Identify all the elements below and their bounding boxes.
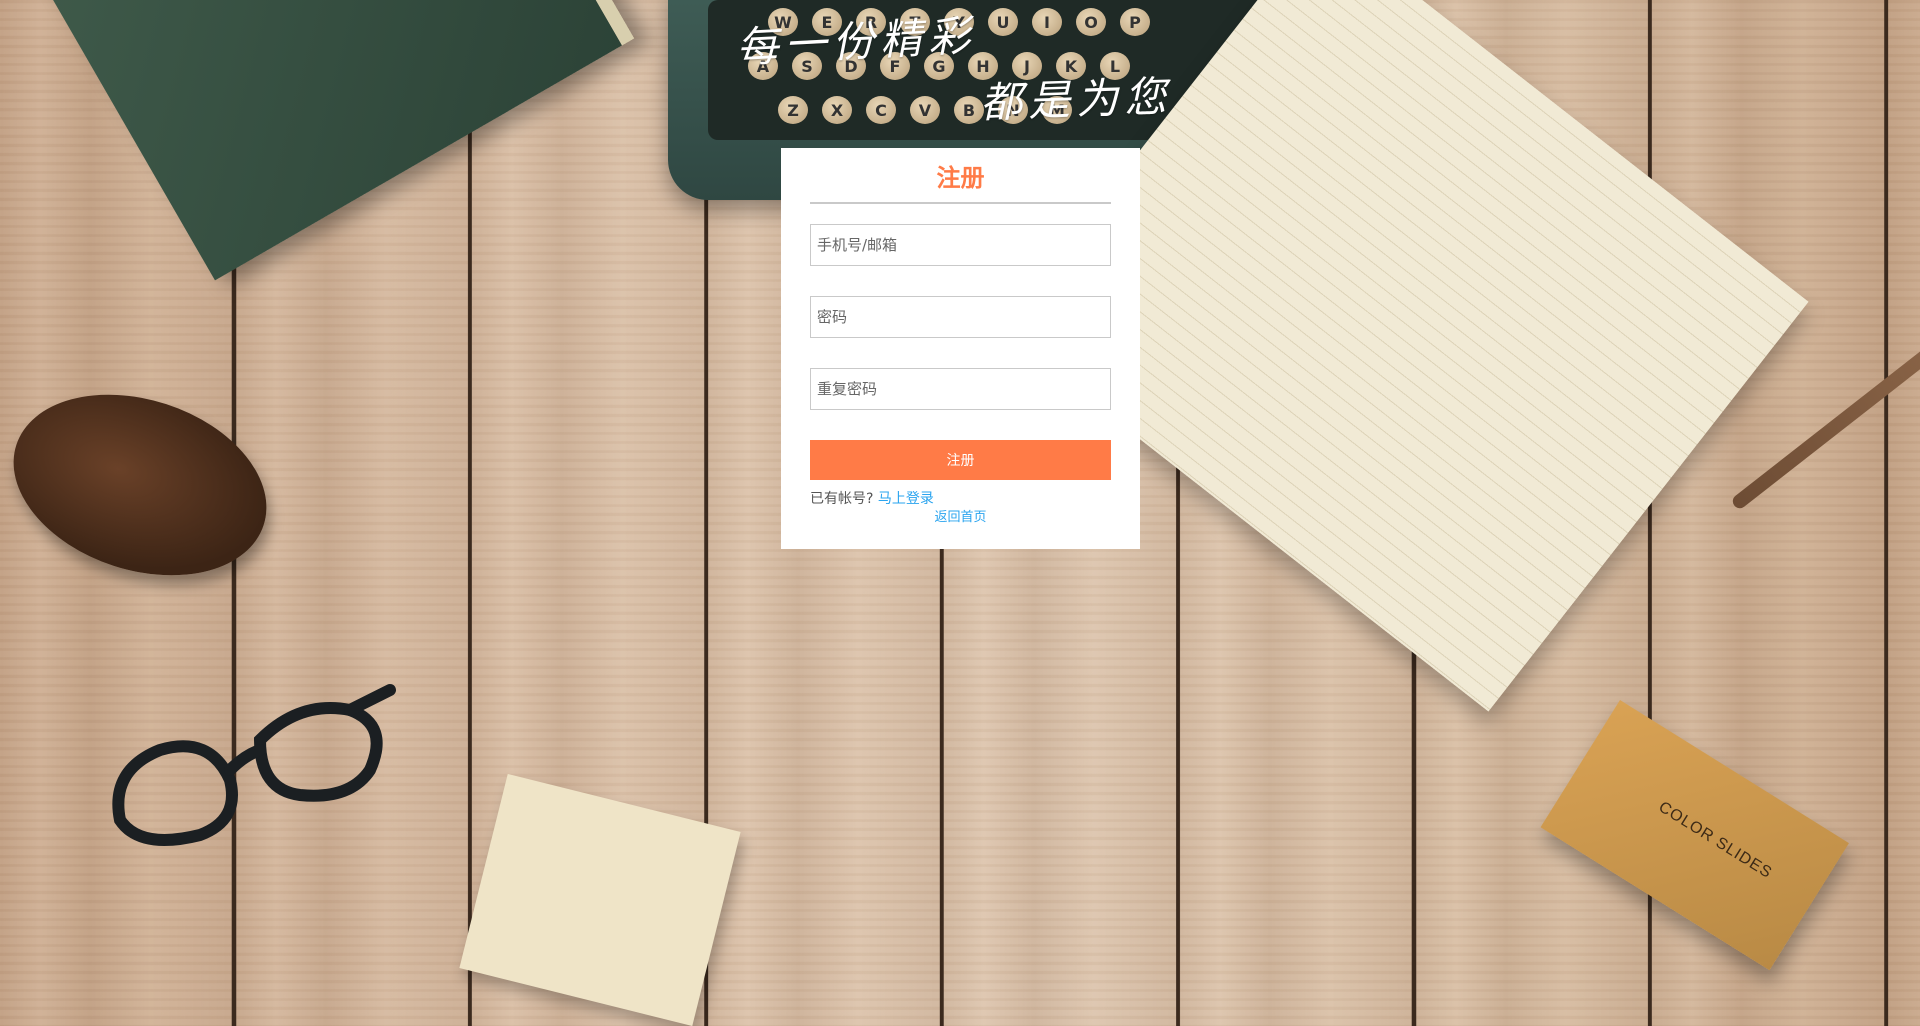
typewriter-key: O xyxy=(1076,8,1106,36)
typewriter-key: Z xyxy=(778,96,808,124)
password-input[interactable] xyxy=(810,296,1111,338)
pinecone-decoration xyxy=(0,363,290,607)
repeat-password-input[interactable] xyxy=(810,368,1111,410)
eyeglasses-decoration xyxy=(112,684,396,846)
slides-box-label: COLOR SLIDES xyxy=(1655,798,1776,883)
home-link-row: 返回首页 xyxy=(810,510,1111,526)
account-input[interactable] xyxy=(810,224,1111,266)
book-decoration xyxy=(30,0,635,281)
typewriter-key: V xyxy=(910,96,940,124)
typewriter-key: I xyxy=(1032,8,1062,36)
slogan-line-1: 每一份精彩 xyxy=(735,10,978,73)
typewriter-key: P xyxy=(1120,8,1150,36)
register-card: 注册 注册 已有帐号? 马上登录 返回首页 xyxy=(781,148,1140,549)
typewriter-key: U xyxy=(988,8,1018,36)
login-prompt: 已有帐号? 马上登录 xyxy=(810,490,1111,508)
has-account-text: 已有帐号? xyxy=(810,491,874,507)
typewriter-key: X xyxy=(822,96,852,124)
paper-decoration xyxy=(459,773,741,1026)
slides-box-decoration: COLOR SLIDES xyxy=(1540,700,1849,971)
register-title: 注册 xyxy=(810,162,1111,204)
slogan-line-2: 都是为您 xyxy=(979,71,1173,128)
typewriter-key: C xyxy=(866,96,896,124)
home-link[interactable]: 返回首页 xyxy=(934,510,986,525)
register-button[interactable]: 注册 xyxy=(810,440,1111,480)
login-link[interactable]: 马上登录 xyxy=(878,491,934,507)
